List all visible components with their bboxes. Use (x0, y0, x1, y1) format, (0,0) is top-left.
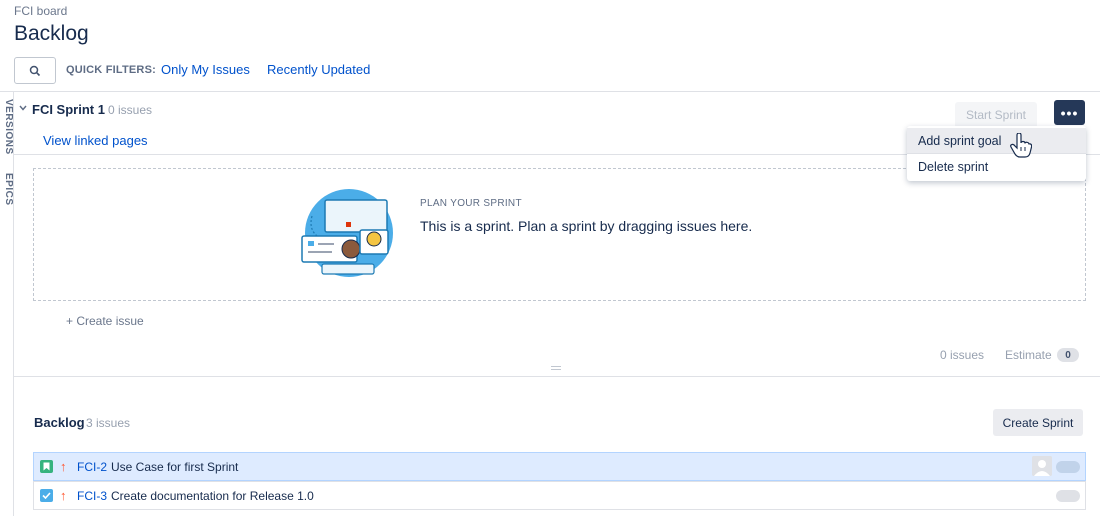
hand-pointer-cursor-icon (1010, 133, 1032, 158)
sprint-footer-issue-count: 0 issues (940, 348, 985, 362)
sprint-more-button[interactable]: ••• (1054, 100, 1085, 125)
chevron-down-icon[interactable] (19, 103, 27, 113)
start-sprint-button[interactable]: Start Sprint (955, 102, 1037, 128)
page-title: Backlog (14, 22, 89, 45)
sprint-resize-handle[interactable] (551, 366, 561, 370)
sprint-estimate-badge: 0 (1057, 348, 1079, 362)
plan-sprint-text: This is a sprint. Plan a sprint by dragg… (420, 218, 753, 234)
view-linked-pages-link[interactable]: View linked pages (43, 133, 148, 148)
sprint-estimate-label: Estimate (1005, 348, 1052, 362)
sprint-name: FCI Sprint 1 (32, 102, 105, 117)
issue-key[interactable]: FCI-2 (77, 460, 107, 474)
quick-filter-recently-updated[interactable]: Recently Updated (267, 62, 370, 77)
issue-summary: Create documentation for Release 1.0 (111, 488, 314, 503)
search-icon (29, 65, 41, 76)
issue-row-fci-2[interactable]: ↑ FCI-2 Use Case for first Sprint (33, 452, 1086, 481)
create-issue-button[interactable]: + Create issue (66, 314, 144, 328)
issue-summary: Use Case for first Sprint (111, 459, 239, 474)
backlog-divider (14, 376, 1100, 377)
priority-high-icon: ↑ (60, 459, 67, 474)
sprint-drop-zone[interactable] (33, 168, 1086, 301)
plan-sprint-illustration-icon (301, 189, 393, 277)
quick-filter-only-my-issues[interactable]: Only My Issues (161, 62, 250, 77)
delete-sprint-menu-item[interactable]: Delete sprint (907, 154, 1086, 180)
issue-key[interactable]: FCI-3 (77, 489, 107, 503)
header-divider (0, 91, 1100, 92)
sprint-actions-dropdown: Add sprint goal Delete sprint (907, 126, 1086, 181)
issue-row-fci-3[interactable]: ↑ FCI-3 Create documentation for Release… (33, 481, 1086, 510)
breadcrumb[interactable]: FCI board (14, 4, 67, 18)
search-button[interactable] (14, 57, 56, 84)
estimate-badge (1056, 461, 1080, 473)
side-tab-versions[interactable]: VERSIONS (0, 99, 14, 155)
create-sprint-button[interactable]: Create Sprint (993, 409, 1083, 436)
avatar (1032, 456, 1052, 476)
sprint-issue-count: 0 issues (108, 103, 153, 117)
priority-high-icon: ↑ (60, 488, 67, 503)
backlog-name: Backlog (34, 415, 85, 430)
backlog-issue-count: 3 issues (86, 416, 131, 430)
estimate-badge (1056, 490, 1080, 502)
side-tab-epics[interactable]: EPICS (0, 173, 14, 206)
add-sprint-goal-menu-item[interactable]: Add sprint goal (907, 128, 1086, 154)
story-icon (40, 460, 53, 473)
quick-filters-label: QUICK FILTERS: (66, 64, 156, 76)
plan-sprint-title: PLAN YOUR SPRINT (420, 198, 522, 209)
side-panel-tabs: VERSIONS EPICS (0, 91, 14, 516)
task-checkbox-icon (40, 489, 53, 502)
